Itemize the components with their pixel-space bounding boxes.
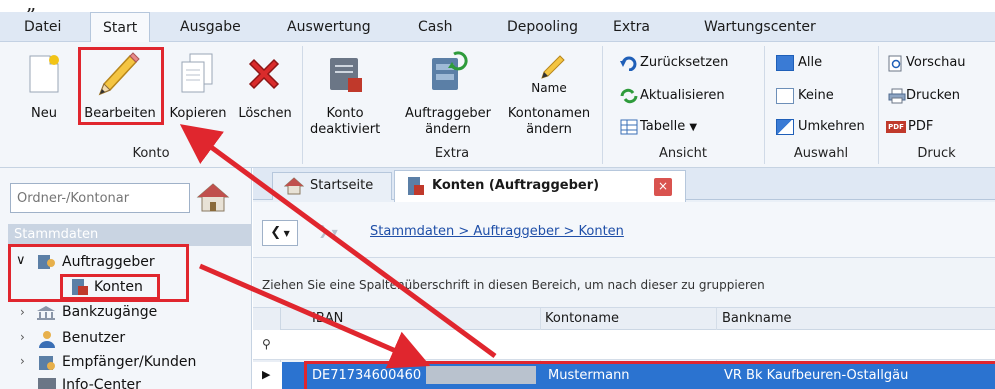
- arrow-to-edit-button: [179, 124, 497, 359]
- arrow-to-selected-row: [199, 263, 431, 369]
- annotation-arrows: [179, 124, 497, 369]
